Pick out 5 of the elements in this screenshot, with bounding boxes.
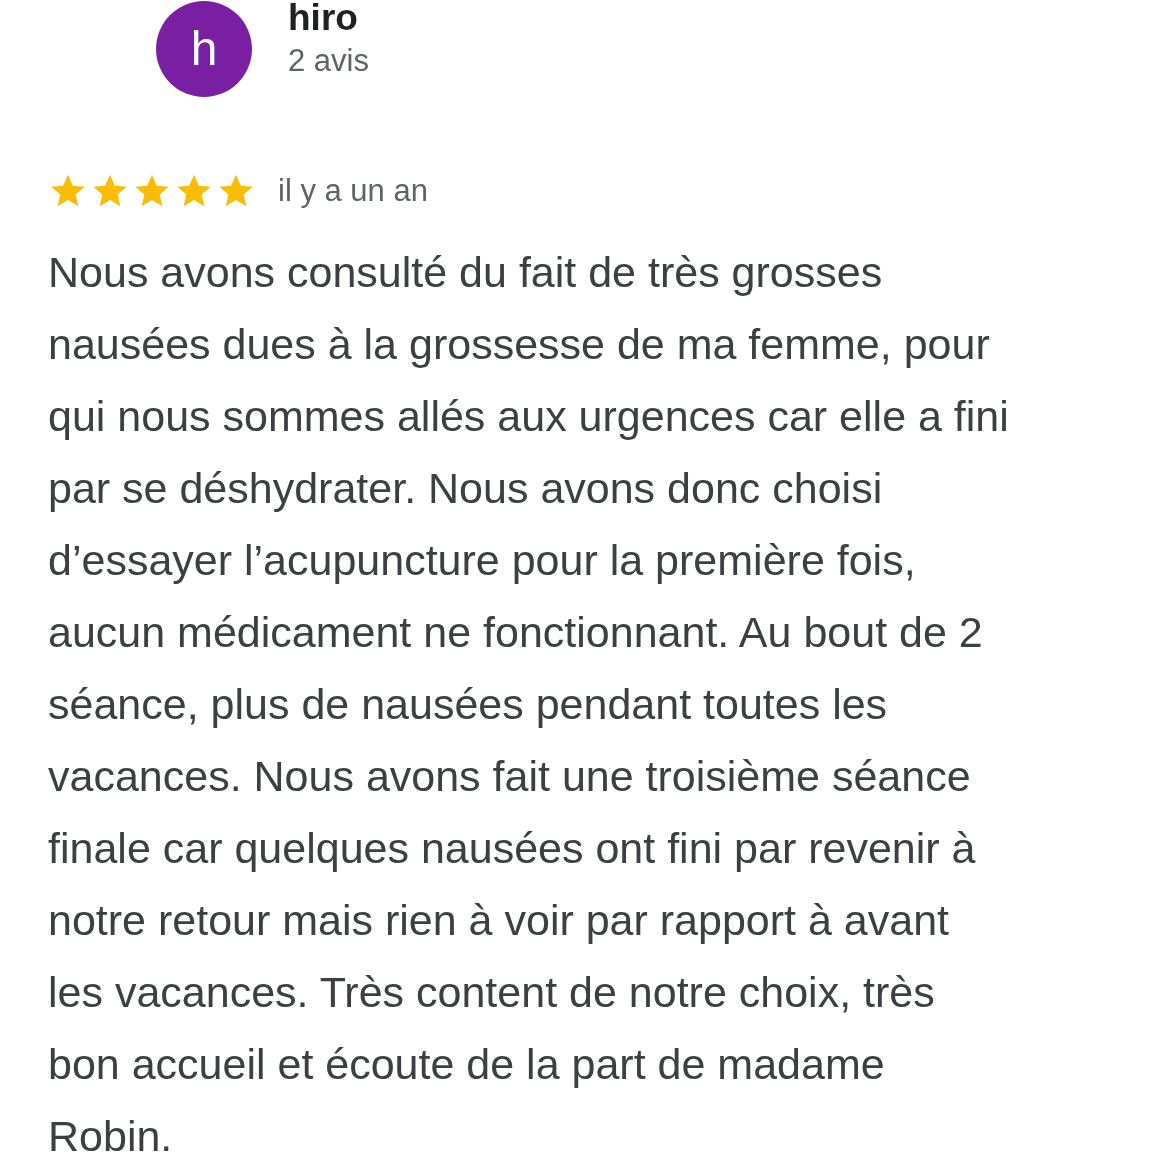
review-time: il y a un an bbox=[278, 173, 428, 209]
review-text: Nous avons consulté du fait de très grosses nausées dues à la grossesse de ma femme, pour qui nous sommes allés aux urgences car elle a fini par se déshydrater. Nous avons donc choisi d’essayer l’acupuncture pour la première fois, aucun médicament ne fonctionnant. Au bout de 2 séance, plus de nausées pendant toutes les vacances. Nous avons fait une troisième séance finale car quelques nausées ont fini par revenir à notre retour mais rien à voir par rapport à avant les vacances. Très content de notre choix, très bon accueil et écoute de la part de madame Robin. bbox=[48, 247, 1010, 1162]
avatar: h bbox=[156, 1, 252, 97]
review-count: 2 avis bbox=[288, 42, 369, 80]
reviewer-name: hiro bbox=[288, 0, 359, 40]
